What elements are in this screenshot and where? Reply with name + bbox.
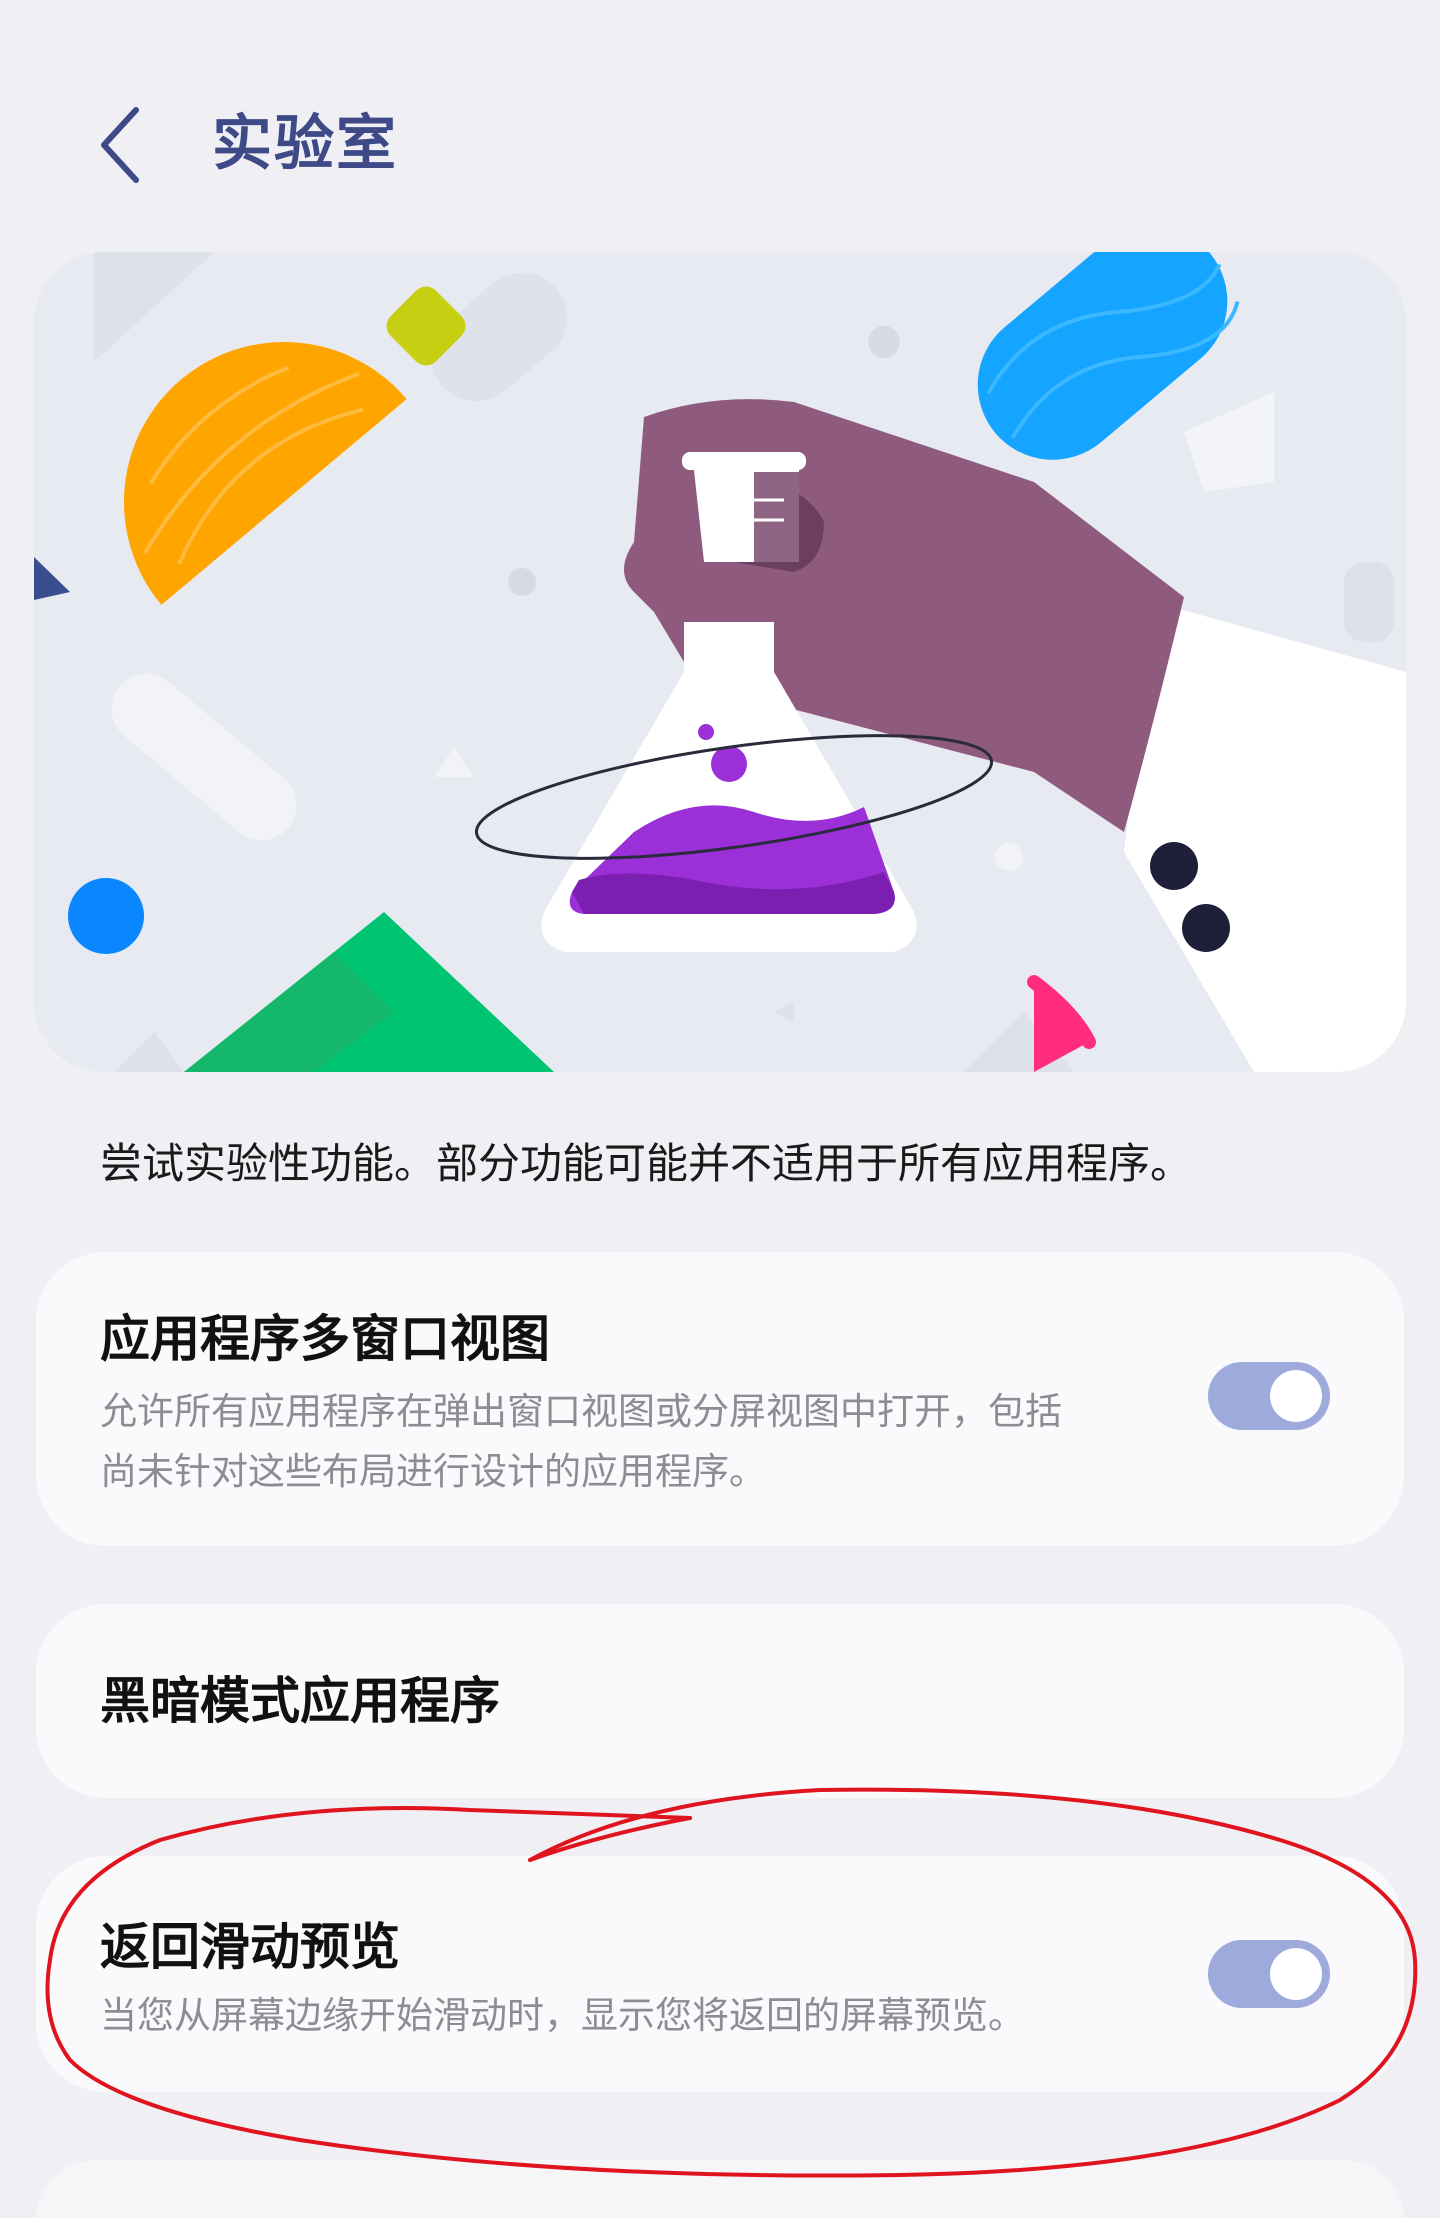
back-button[interactable] bbox=[84, 95, 164, 195]
setting-description: 当您从屏幕边缘开始滑动时，显示您将返回的屏幕预览。 bbox=[100, 1994, 1025, 2037]
page-title: 实验室 bbox=[212, 109, 398, 179]
setting-dark-mode-apps[interactable]: 黑暗模式应用程序 bbox=[36, 1604, 1404, 1798]
back-swipe-preview-toggle[interactable] bbox=[1208, 1940, 1330, 2008]
chevron-left-icon bbox=[101, 107, 139, 183]
setting-description: 允许所有应用程序在弹出窗口视图或分屏视图中打开，包括 尚未针对这些布局进行设计的… bbox=[100, 1382, 1160, 1502]
toggle-knob bbox=[1270, 1948, 1322, 2000]
next-setting-card-partial[interactable] bbox=[36, 2160, 1404, 2218]
setting-title: 黑暗模式应用程序 bbox=[100, 1672, 500, 1730]
multi-window-toggle[interactable] bbox=[1208, 1362, 1330, 1430]
setting-description-line: 尚未针对这些布局进行设计的应用程序。 bbox=[100, 1450, 766, 1493]
setting-title: 返回滑动预览 bbox=[100, 1918, 400, 1976]
setting-title: 应用程序多窗口视图 bbox=[100, 1310, 550, 1368]
setting-multi-window[interactable]: 应用程序多窗口视图 允许所有应用程序在弹出窗口视图或分屏视图中打开，包括 尚未针… bbox=[36, 1252, 1404, 1546]
setting-back-swipe-preview[interactable]: 返回滑动预览 当您从屏幕边缘开始滑动时，显示您将返回的屏幕预览。 bbox=[36, 1856, 1404, 2092]
lab-screen: 实验室 尝试实验性功能。部分功能可能并不适用于所有应用程序。 应用程序多窗口视图… bbox=[0, 0, 1440, 2218]
setting-description-line: 允许所有应用程序在弹出窗口视图或分屏视图中打开，包括 bbox=[100, 1390, 1062, 1433]
header: 实验室 bbox=[0, 0, 1440, 250]
toggle-knob bbox=[1270, 1370, 1322, 1422]
intro-description: 尝试实验性功能。部分功能可能并不适用于所有应用程序。 bbox=[100, 1139, 1193, 1188]
hero-illustration bbox=[34, 252, 1406, 1072]
lab-flask-illustration bbox=[34, 252, 1406, 1072]
